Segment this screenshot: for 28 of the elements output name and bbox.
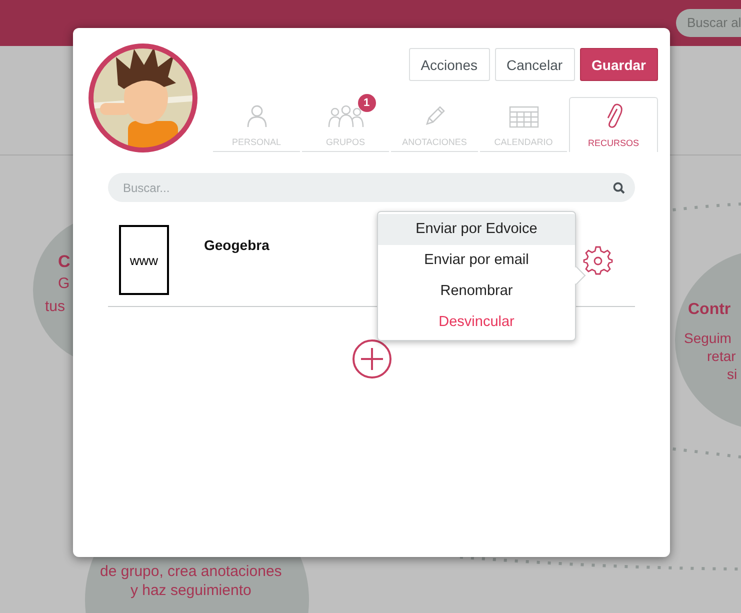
menu-item[interactable]: Enviar por email: [378, 245, 575, 276]
group-icon: [328, 104, 364, 128]
resource-name: Geogebra: [204, 237, 270, 253]
search-field[interactable]: Buscar...: [108, 173, 635, 202]
person-icon: [246, 104, 268, 128]
card-title: C: [58, 252, 70, 272]
card-title: Contr: [688, 301, 731, 319]
card-text: de grupo, crea anotaciones y haz seguimiento: [100, 562, 282, 600]
card-text: retar: [707, 348, 736, 364]
calendar-icon: [508, 106, 538, 128]
menu-item[interactable]: Renombrar: [378, 276, 575, 307]
settings-icon[interactable]: [583, 245, 613, 275]
dialog-button[interactable]: Acciones: [408, 48, 490, 81]
card-text: Seguim: [684, 330, 732, 346]
card-text: tus: [45, 298, 66, 315]
tab[interactable]: 1 GRUPOS: [302, 97, 389, 152]
paperclip-icon: [604, 103, 622, 129]
dialog-button[interactable]: Guardar: [580, 48, 658, 81]
search-icon: [613, 182, 625, 194]
tab[interactable]: RECURSOS: [569, 97, 658, 152]
dialog-button[interactable]: Cancelar: [494, 48, 575, 81]
card-text: G: [58, 275, 70, 292]
card-text: si: [727, 366, 738, 382]
web-document-icon: www: [119, 225, 169, 295]
count-badge: 1: [358, 94, 376, 112]
menu-item[interactable]: Desvincular: [378, 307, 575, 338]
add-button[interactable]: [352, 339, 392, 379]
menu-item[interactable]: Enviar por Edvoice: [378, 214, 575, 245]
